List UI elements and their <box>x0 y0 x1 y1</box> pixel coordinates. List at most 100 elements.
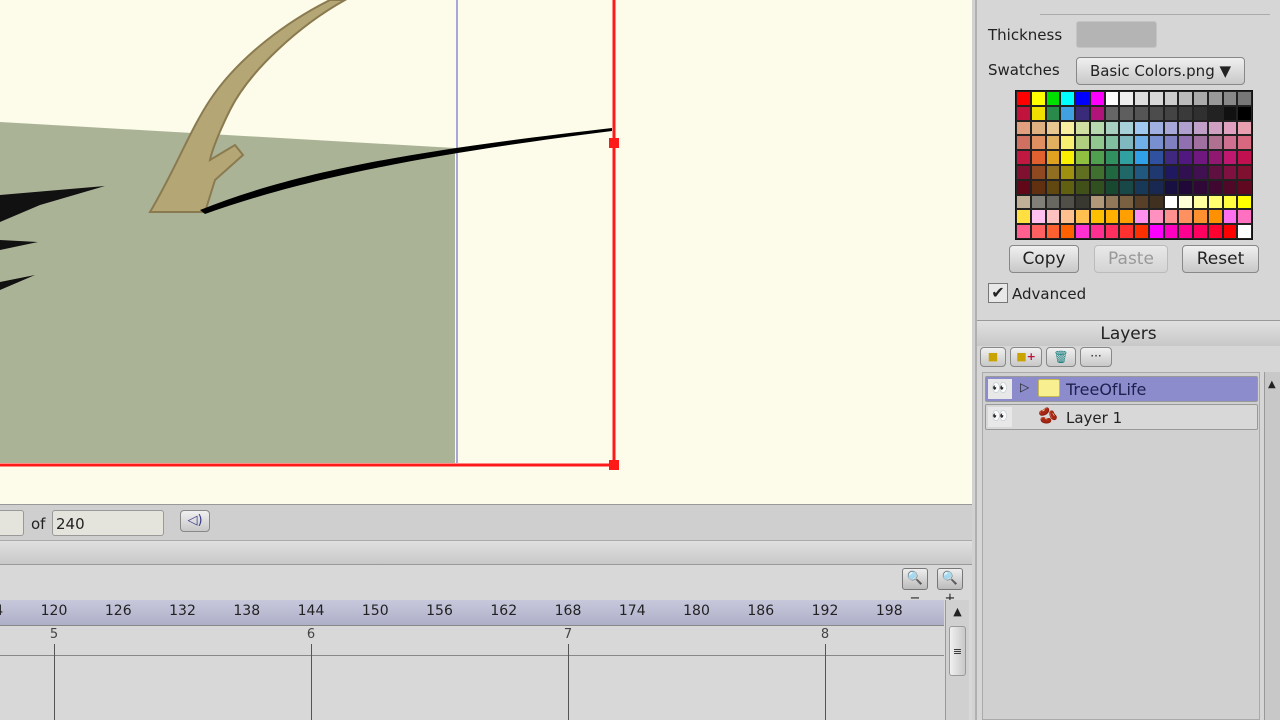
delete-layer-button[interactable]: 🗑 <box>1046 347 1076 367</box>
swatch[interactable] <box>1030 179 1046 195</box>
swatch[interactable] <box>1060 209 1075 225</box>
swatch[interactable] <box>1016 91 1031 106</box>
swatch[interactable] <box>1089 224 1105 239</box>
swatch[interactable] <box>1104 179 1120 195</box>
swatch[interactable] <box>1060 120 1075 136</box>
thickness-field[interactable] <box>1076 21 1157 48</box>
swatch[interactable] <box>1016 164 1031 180</box>
swatch[interactable] <box>1134 179 1149 195</box>
swatch[interactable] <box>1222 179 1238 195</box>
swatch[interactable] <box>1222 164 1238 180</box>
swatch[interactable] <box>1075 105 1090 121</box>
eye-icon[interactable]: 👀 <box>988 379 1012 399</box>
swatch[interactable] <box>1045 194 1061 210</box>
swatch[interactable] <box>1060 194 1075 210</box>
swatch[interactable] <box>1148 135 1164 151</box>
swatch[interactable] <box>1163 105 1179 121</box>
swatch[interactable] <box>1030 120 1046 136</box>
swatch[interactable] <box>1193 224 1208 239</box>
swatch[interactable] <box>1207 120 1223 136</box>
total-frames-field[interactable]: 240 <box>52 510 164 536</box>
swatch[interactable] <box>1237 164 1252 180</box>
swatch[interactable] <box>1148 91 1164 106</box>
swatch[interactable] <box>1193 194 1208 210</box>
swatch[interactable] <box>1163 194 1179 210</box>
swatch[interactable] <box>1134 105 1149 121</box>
swatch[interactable] <box>1045 105 1061 121</box>
swatch[interactable] <box>1104 105 1120 121</box>
swatch[interactable] <box>1148 120 1164 136</box>
swatch[interactable] <box>1148 150 1164 165</box>
swatch[interactable] <box>1163 91 1179 106</box>
swatch[interactable] <box>1222 120 1238 136</box>
swatch[interactable] <box>1134 209 1149 225</box>
swatch[interactable] <box>1016 120 1031 136</box>
swatch[interactable] <box>1016 224 1031 239</box>
swatch[interactable] <box>1163 209 1179 225</box>
swatch[interactable] <box>1075 224 1090 239</box>
layer-row-treeoflife[interactable]: 👀 ▷ TreeOfLife <box>985 376 1258 402</box>
zoom-in-button[interactable]: 🔍+ <box>937 568 963 606</box>
swatch[interactable] <box>1016 135 1031 151</box>
swatch[interactable] <box>1119 164 1134 180</box>
swatch[interactable] <box>1222 135 1238 151</box>
swatch[interactable] <box>1207 150 1223 165</box>
swatch[interactable] <box>1148 105 1164 121</box>
swatch[interactable] <box>1148 164 1164 180</box>
expand-triangle-icon[interactable]: ▷ <box>1020 380 1029 394</box>
swatch[interactable] <box>1119 179 1134 195</box>
swatch[interactable] <box>1193 120 1208 136</box>
swatch[interactable] <box>1030 150 1046 165</box>
swatch[interactable] <box>1089 120 1105 136</box>
swatch[interactable] <box>1178 91 1193 106</box>
swatch[interactable] <box>1178 105 1193 121</box>
swatch[interactable] <box>1089 209 1105 225</box>
scrollbar-thumb[interactable]: ≡ <box>949 626 966 676</box>
swatch[interactable] <box>1075 209 1090 225</box>
swatch[interactable] <box>1222 224 1238 239</box>
swatch[interactable] <box>1134 91 1149 106</box>
swatch[interactable] <box>1193 135 1208 151</box>
swatch[interactable] <box>1119 135 1134 151</box>
swatch[interactable] <box>1207 179 1223 195</box>
swatch[interactable] <box>1045 224 1061 239</box>
swatch[interactable] <box>1045 120 1061 136</box>
swatch[interactable] <box>1060 105 1075 121</box>
swatch[interactable] <box>1119 194 1134 210</box>
swatch[interactable] <box>1207 194 1223 210</box>
swatch[interactable] <box>1089 135 1105 151</box>
swatch[interactable] <box>1104 209 1120 225</box>
more-options-button[interactable]: ··· <box>1080 347 1112 367</box>
swatch[interactable] <box>1178 194 1193 210</box>
swatch[interactable] <box>1148 209 1164 225</box>
copy-button[interactable]: Copy <box>1009 245 1079 273</box>
swatch[interactable] <box>1163 135 1179 151</box>
swatch[interactable] <box>1178 179 1193 195</box>
swatch[interactable] <box>1207 224 1223 239</box>
swatch[interactable] <box>1089 105 1105 121</box>
swatch[interactable] <box>1104 224 1120 239</box>
swatch[interactable] <box>1193 179 1208 195</box>
swatch[interactable] <box>1016 194 1031 210</box>
swatch[interactable] <box>1060 150 1075 165</box>
swatch[interactable] <box>1207 209 1223 225</box>
swatch[interactable] <box>1148 194 1164 210</box>
swatch[interactable] <box>1075 135 1090 151</box>
swatch[interactable] <box>1178 209 1193 225</box>
swatch[interactable] <box>1119 91 1134 106</box>
swatch[interactable] <box>1237 120 1252 136</box>
swatch[interactable] <box>1030 164 1046 180</box>
timeline-scrollbar[interactable]: ▲ ≡ <box>945 600 969 720</box>
swatch[interactable] <box>1134 135 1149 151</box>
swatch[interactable] <box>1178 120 1193 136</box>
swatch[interactable] <box>1089 179 1105 195</box>
swatch[interactable] <box>1163 164 1179 180</box>
swatch[interactable] <box>1016 209 1031 225</box>
swatch[interactable] <box>1089 91 1105 106</box>
swatch[interactable] <box>1134 150 1149 165</box>
current-frame-field[interactable] <box>0 510 24 536</box>
swatch[interactable] <box>1104 164 1120 180</box>
swatch[interactable] <box>1119 209 1134 225</box>
drawing-canvas[interactable] <box>0 0 972 504</box>
swatch[interactable] <box>1075 179 1090 195</box>
